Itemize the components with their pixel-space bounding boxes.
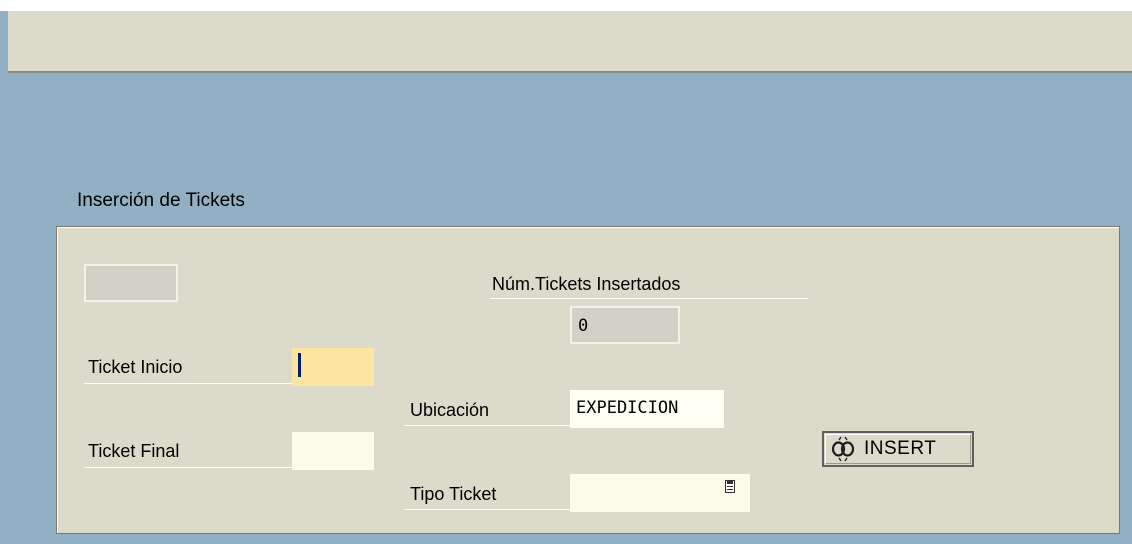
section-title: Inserción de Tickets: [77, 190, 245, 211]
application-toolbar: [8, 11, 1132, 73]
ticket-final-input[interactable]: [292, 432, 374, 470]
tickets-inserted-underline: [490, 298, 808, 299]
window-top-edge: [0, 0, 1132, 11]
insert-button[interactable]: INSERT: [822, 431, 974, 467]
ticket-final-label: Ticket Final: [88, 441, 180, 461]
ticket-inicio-input[interactable]: [292, 348, 374, 386]
insert-button-label: INSERT: [864, 438, 937, 459]
chain-link-icon: [831, 436, 855, 462]
ubicacion-field: EXPEDICION: [570, 390, 724, 428]
ubicacion-label: Ubicación: [410, 400, 490, 420]
dropdown-list-icon[interactable]: [725, 480, 735, 493]
tickets-inserted-label: Núm.Tickets Insertados: [492, 274, 681, 294]
tipo-ticket-dropdown[interactable]: [570, 474, 750, 512]
tickets-inserted-field: 0: [570, 306, 680, 344]
text-cursor: [298, 353, 301, 377]
tipo-ticket-label: Tipo Ticket: [410, 484, 497, 504]
status-field: [84, 264, 178, 302]
ticket-inicio-label: Ticket Inicio: [88, 357, 183, 377]
